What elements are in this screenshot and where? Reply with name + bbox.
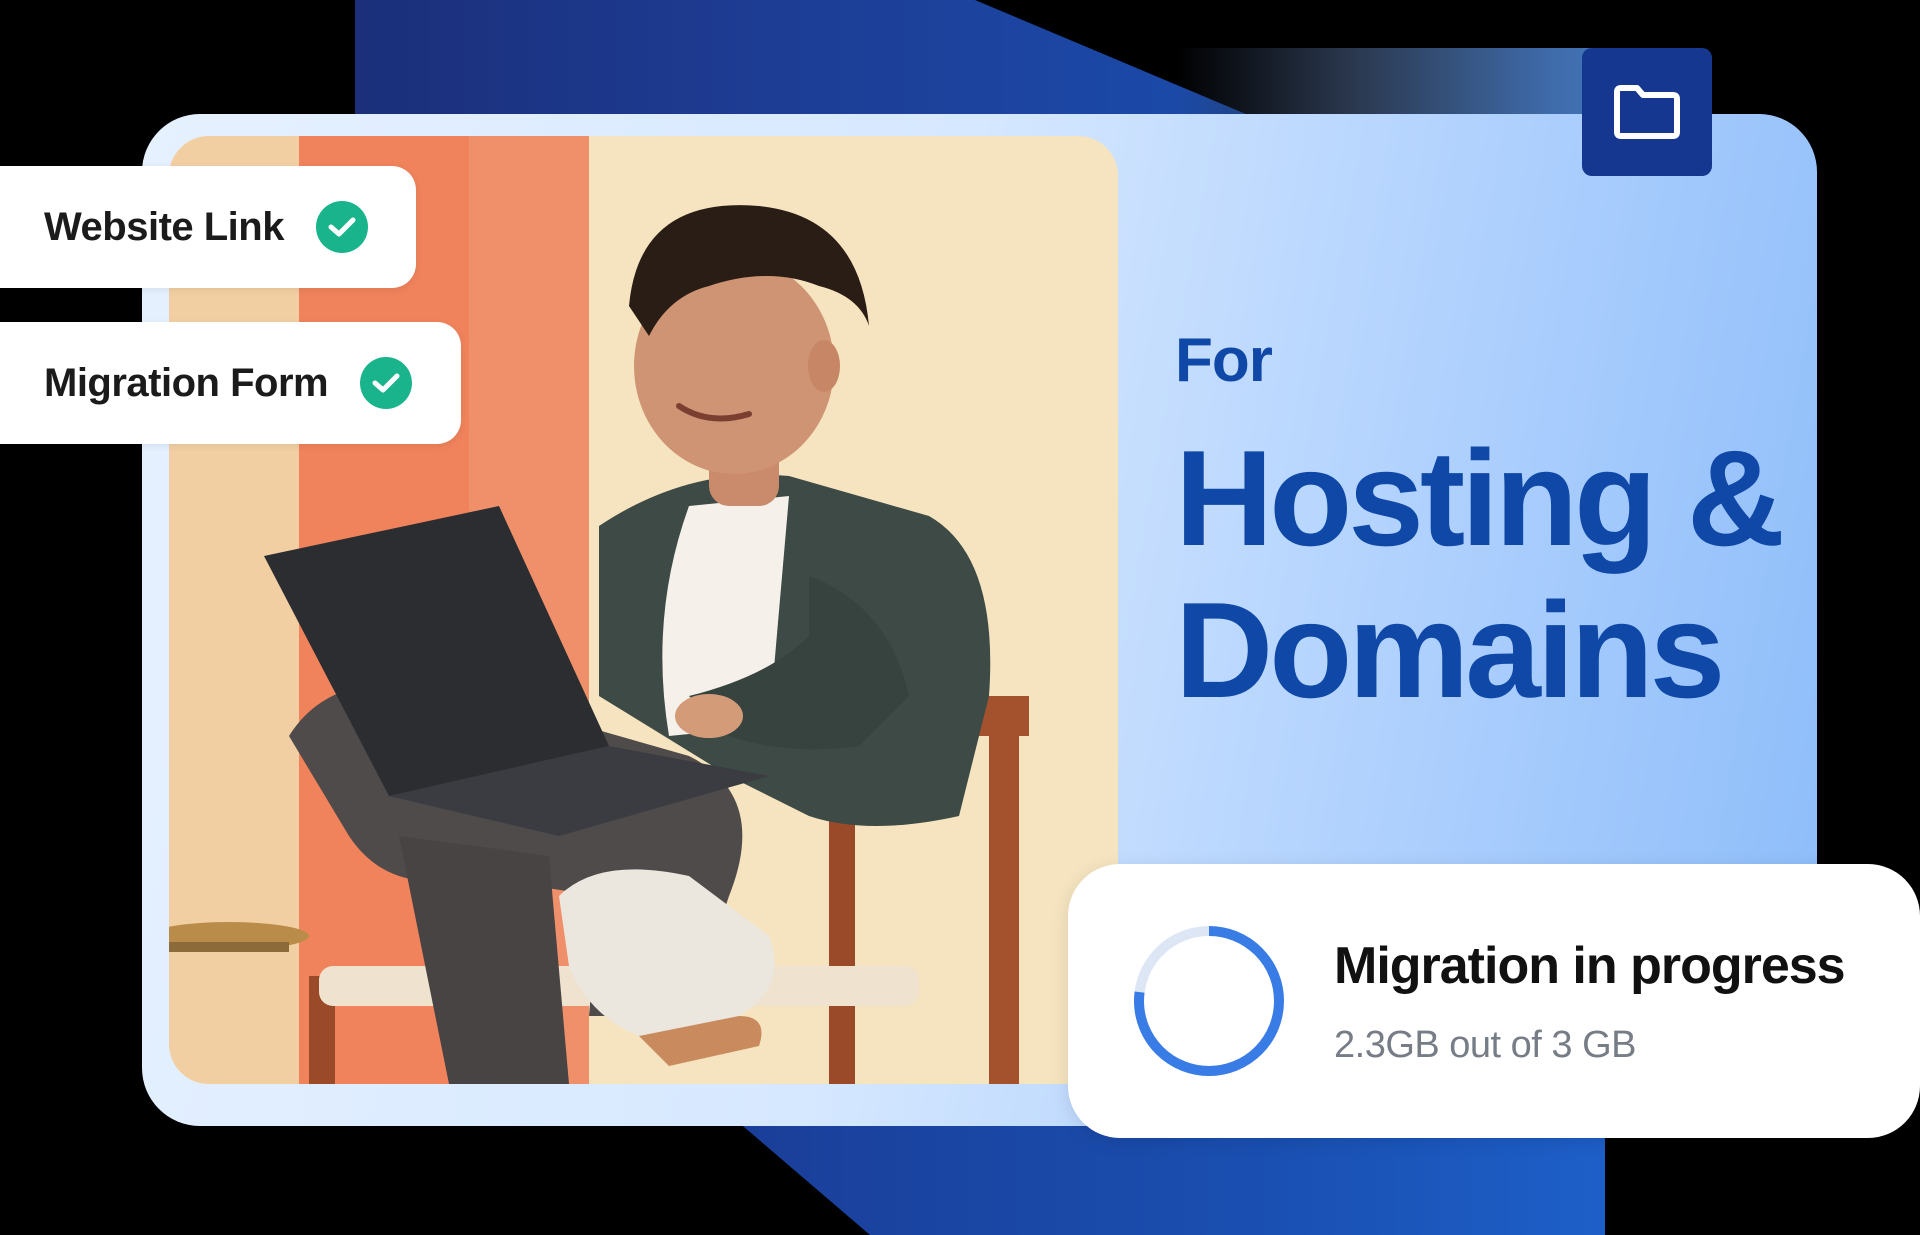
migration-status-card: Migration in progress 2.3GB out of 3 GB	[1068, 864, 1920, 1138]
check-circle-icon	[315, 201, 368, 253]
checklist-label: Website Link	[44, 204, 284, 249]
checklist-item-website-link: Website Link	[0, 166, 416, 288]
checklist-item-migration-form: Migration Form	[0, 322, 461, 444]
folder-icon	[1614, 85, 1680, 139]
migration-title: Migration in progress	[1334, 937, 1846, 995]
hero-banner: For Hosting & Domains Website Link Migra…	[0, 0, 1920, 1235]
headline-domains: Domains	[1175, 574, 1725, 726]
folder-badge	[1582, 48, 1712, 176]
headline: For Hosting & Domains	[1175, 326, 1785, 727]
headline-hosting: Hosting &	[1175, 422, 1785, 574]
checklist-label: Migration Form	[44, 360, 329, 405]
check-circle-icon	[360, 357, 413, 409]
headline-for: For	[1175, 326, 1273, 395]
progress-ring	[1134, 926, 1284, 1076]
migration-detail: 2.3GB out of 3 GB	[1334, 1024, 1637, 1066]
